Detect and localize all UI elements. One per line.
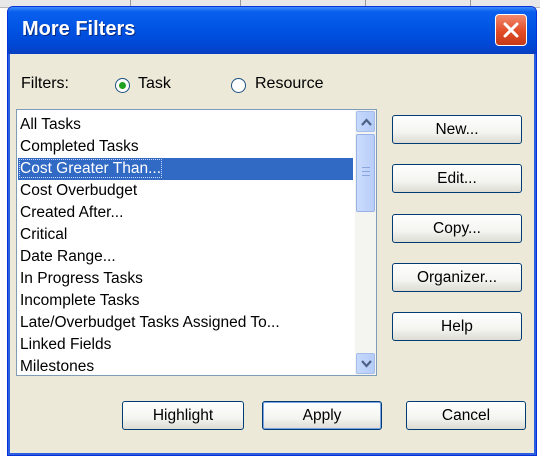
- list-item[interactable]: Cost Overbudget: [18, 180, 353, 202]
- filters-label: Filters:: [21, 75, 69, 92]
- organizer-button[interactable]: Organizer...: [392, 263, 522, 292]
- list-item[interactable]: Completed Tasks: [18, 136, 353, 158]
- task-radio[interactable]: [115, 78, 130, 93]
- copy-button[interactable]: Copy...: [392, 214, 522, 243]
- chevron-down-icon: [361, 360, 372, 368]
- help-button[interactable]: Help: [392, 312, 522, 341]
- scroll-thumb[interactable]: [356, 134, 375, 212]
- window-title: More Filters: [22, 18, 136, 40]
- list-item[interactable]: Date Range...: [18, 246, 353, 268]
- list-item[interactable]: In Progress Tasks: [18, 268, 353, 290]
- cancel-button[interactable]: Cancel: [406, 401, 526, 430]
- vertical-scrollbar[interactable]: [355, 110, 376, 375]
- title-bar[interactable]: More Filters: [8, 7, 536, 54]
- scroll-down-button[interactable]: [356, 353, 375, 374]
- list-item[interactable]: All Tasks: [18, 114, 353, 136]
- edit-button[interactable]: Edit...: [392, 164, 522, 193]
- highlight-button[interactable]: Highlight: [122, 401, 244, 430]
- resource-radio[interactable]: [231, 78, 246, 93]
- close-button[interactable]: [495, 14, 527, 46]
- task-radio-label[interactable]: Task: [138, 75, 171, 93]
- new-button[interactable]: New...: [392, 115, 522, 144]
- filter-listbox[interactable]: All Tasks Completed Tasks Cost Greater T…: [16, 109, 377, 376]
- list-item-selected[interactable]: Cost Greater Than...: [18, 158, 353, 180]
- list-item[interactable]: Late/Overbudget Tasks Assigned To...: [18, 312, 353, 334]
- list-item[interactable]: Linked Fields: [18, 334, 353, 356]
- list-item[interactable]: Incomplete Tasks: [18, 290, 353, 312]
- list-item[interactable]: Milestones: [18, 356, 353, 378]
- more-filters-dialog: More Filters Filters: Task Resource All …: [7, 6, 537, 456]
- close-icon: [503, 22, 519, 38]
- list-item[interactable]: Created After...: [18, 202, 353, 224]
- apply-button[interactable]: Apply: [262, 401, 382, 430]
- scroll-up-button[interactable]: [356, 111, 375, 132]
- chevron-up-icon: [361, 118, 372, 126]
- list-item[interactable]: Critical: [18, 224, 353, 246]
- resource-radio-label[interactable]: Resource: [255, 75, 323, 93]
